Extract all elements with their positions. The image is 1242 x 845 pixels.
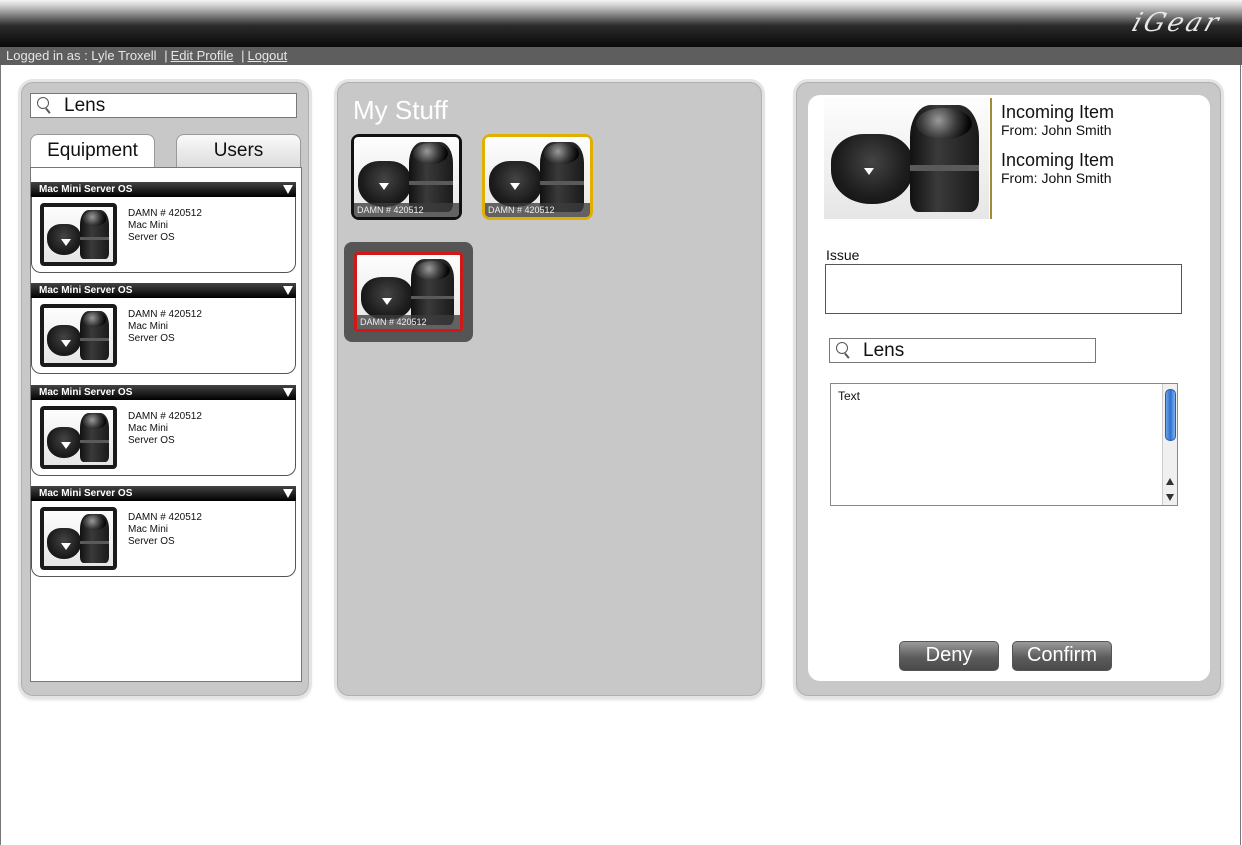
item-line3: Server OS	[128, 333, 175, 344]
list-item[interactable]: Mac Mini Server OS DAMN # 420512 Mac Min…	[31, 486, 296, 577]
incoming-title: Incoming Item	[1001, 150, 1115, 170]
item-id: DAMN # 420512	[128, 411, 202, 422]
item-id: DAMN # 420512	[128, 512, 202, 523]
item-body: DAMN # 420512 Mac Mini Server OS	[31, 501, 296, 577]
my-stuff-panel: My Stuff DAMN # 420512 DAMN # 420512 DAM…	[337, 82, 762, 696]
tab-users[interactable]: Users	[176, 134, 301, 167]
item-body: DAMN # 420512 Mac Mini Server OS	[31, 400, 296, 476]
confirm-button[interactable]: Confirm	[1012, 641, 1112, 671]
logged-in-label: Logged in as : Lyle Troxell	[6, 48, 157, 63]
chevron-down-icon[interactable]	[283, 388, 293, 397]
equipment-search[interactable]	[30, 93, 297, 118]
edit-profile-link[interactable]: Edit Profile	[171, 48, 234, 63]
separator: |	[164, 48, 168, 63]
tile-caption: DAMN # 420512	[357, 315, 460, 329]
scroll-down-icon[interactable]	[1166, 494, 1174, 501]
item-details: DAMN # 420512 Mac Mini Server OS	[128, 208, 202, 244]
incoming-detail: Incoming Item From: John Smith Incoming …	[808, 95, 1210, 681]
item-title: Mac Mini Server OS	[39, 184, 133, 195]
lens-thumbnail	[40, 304, 117, 367]
item-details: DAMN # 420512 Mac Mini Server OS	[128, 512, 202, 548]
lens-thumbnail	[40, 203, 117, 266]
item-body: DAMN # 420512 Mac Mini Server OS	[31, 298, 296, 374]
chevron-down-icon[interactable]	[283, 489, 293, 498]
item-header[interactable]: Mac Mini Server OS	[31, 283, 296, 298]
tab-equipment[interactable]: Equipment	[30, 134, 155, 167]
search-icon	[37, 97, 49, 109]
item-header[interactable]: Mac Mini Server OS	[31, 385, 296, 400]
chevron-down-icon[interactable]	[283, 286, 293, 295]
lens-thumbnail	[40, 406, 117, 469]
item-header[interactable]: Mac Mini Server OS	[31, 486, 296, 501]
scroll-up-icon[interactable]	[1166, 478, 1174, 485]
incoming-item[interactable]: Incoming Item From: John Smith	[1001, 102, 1114, 138]
list-item[interactable]: Mac Mini Server OS DAMN # 420512 Mac Min…	[31, 182, 296, 273]
equipment-list: Mac Mini Server OS DAMN # 420512 Mac Min…	[30, 167, 302, 682]
issue-field[interactable]	[825, 264, 1182, 314]
lens-thumbnail	[40, 507, 117, 570]
incoming-from: From: John Smith	[1001, 122, 1112, 138]
item-details: DAMN # 420512 Mac Mini Server OS	[128, 309, 202, 345]
notes-textarea[interactable]: Text	[830, 383, 1178, 506]
separator: |	[241, 48, 245, 63]
item-line3: Server OS	[128, 232, 175, 243]
item-line2: Mac Mini	[128, 321, 169, 332]
page-right-edge	[1240, 65, 1241, 845]
item-line2: Mac Mini	[128, 423, 169, 434]
item-details: DAMN # 420512 Mac Mini Server OS	[128, 411, 202, 447]
tile-caption: DAMN # 420512	[354, 203, 459, 217]
my-stuff-title: My Stuff	[353, 95, 448, 125]
divider	[990, 98, 992, 219]
tile-caption: DAMN # 420512	[485, 203, 590, 217]
item-line2: Mac Mini	[128, 220, 169, 231]
top-header: iGear	[0, 0, 1242, 47]
stuff-tile[interactable]: DAMN # 420512	[351, 134, 462, 220]
chevron-down-icon[interactable]	[283, 185, 293, 194]
item-body: DAMN # 420512 Mac Mini Server OS	[31, 197, 296, 273]
scrollbar-thumb[interactable]	[1165, 389, 1176, 441]
item-photo	[824, 98, 989, 219]
equipment-panel: Equipment Users Mac Mini Server OS DAMN …	[21, 82, 309, 696]
item-title: Mac Mini Server OS	[39, 387, 133, 398]
incoming-item[interactable]: Incoming Item From: John Smith	[1001, 150, 1114, 186]
user-bar: Logged in as : Lyle Troxell | Edit Profil…	[0, 47, 1242, 65]
search-icon	[836, 342, 848, 354]
item-title: Mac Mini Server OS	[39, 285, 133, 296]
incoming-panel: Incoming Item From: John Smith Incoming …	[796, 82, 1221, 696]
equipment-search-input[interactable]	[64, 95, 264, 117]
list-item[interactable]: Mac Mini Server OS DAMN # 420512 Mac Min…	[31, 385, 296, 476]
app-logo: iGear	[1127, 8, 1225, 38]
page-left-edge	[0, 65, 1, 845]
item-id: DAMN # 420512	[128, 208, 202, 219]
stuff-tile[interactable]: DAMN # 420512	[482, 134, 593, 220]
issue-label: Issue	[826, 247, 860, 263]
item-id: DAMN # 420512	[128, 309, 202, 320]
list-item[interactable]: Mac Mini Server OS DAMN # 420512 Mac Min…	[31, 283, 296, 374]
item-header[interactable]: Mac Mini Server OS	[31, 182, 296, 197]
incoming-from: From: John Smith	[1001, 170, 1112, 186]
deny-button[interactable]: Deny	[899, 641, 999, 671]
item-line3: Server OS	[128, 435, 175, 446]
logout-link[interactable]: Logout	[247, 48, 287, 63]
scrollbar[interactable]	[1162, 384, 1177, 505]
stuff-tile-selected[interactable]: DAMN # 420512	[344, 242, 473, 342]
item-line3: Server OS	[128, 536, 175, 547]
notes-text: Text	[838, 389, 861, 403]
item-line2: Mac Mini	[128, 524, 169, 535]
item-title: Mac Mini Server OS	[39, 488, 133, 499]
item-search-input[interactable]	[863, 340, 1063, 362]
item-search[interactable]	[829, 338, 1096, 363]
incoming-title: Incoming Item	[1001, 102, 1115, 122]
